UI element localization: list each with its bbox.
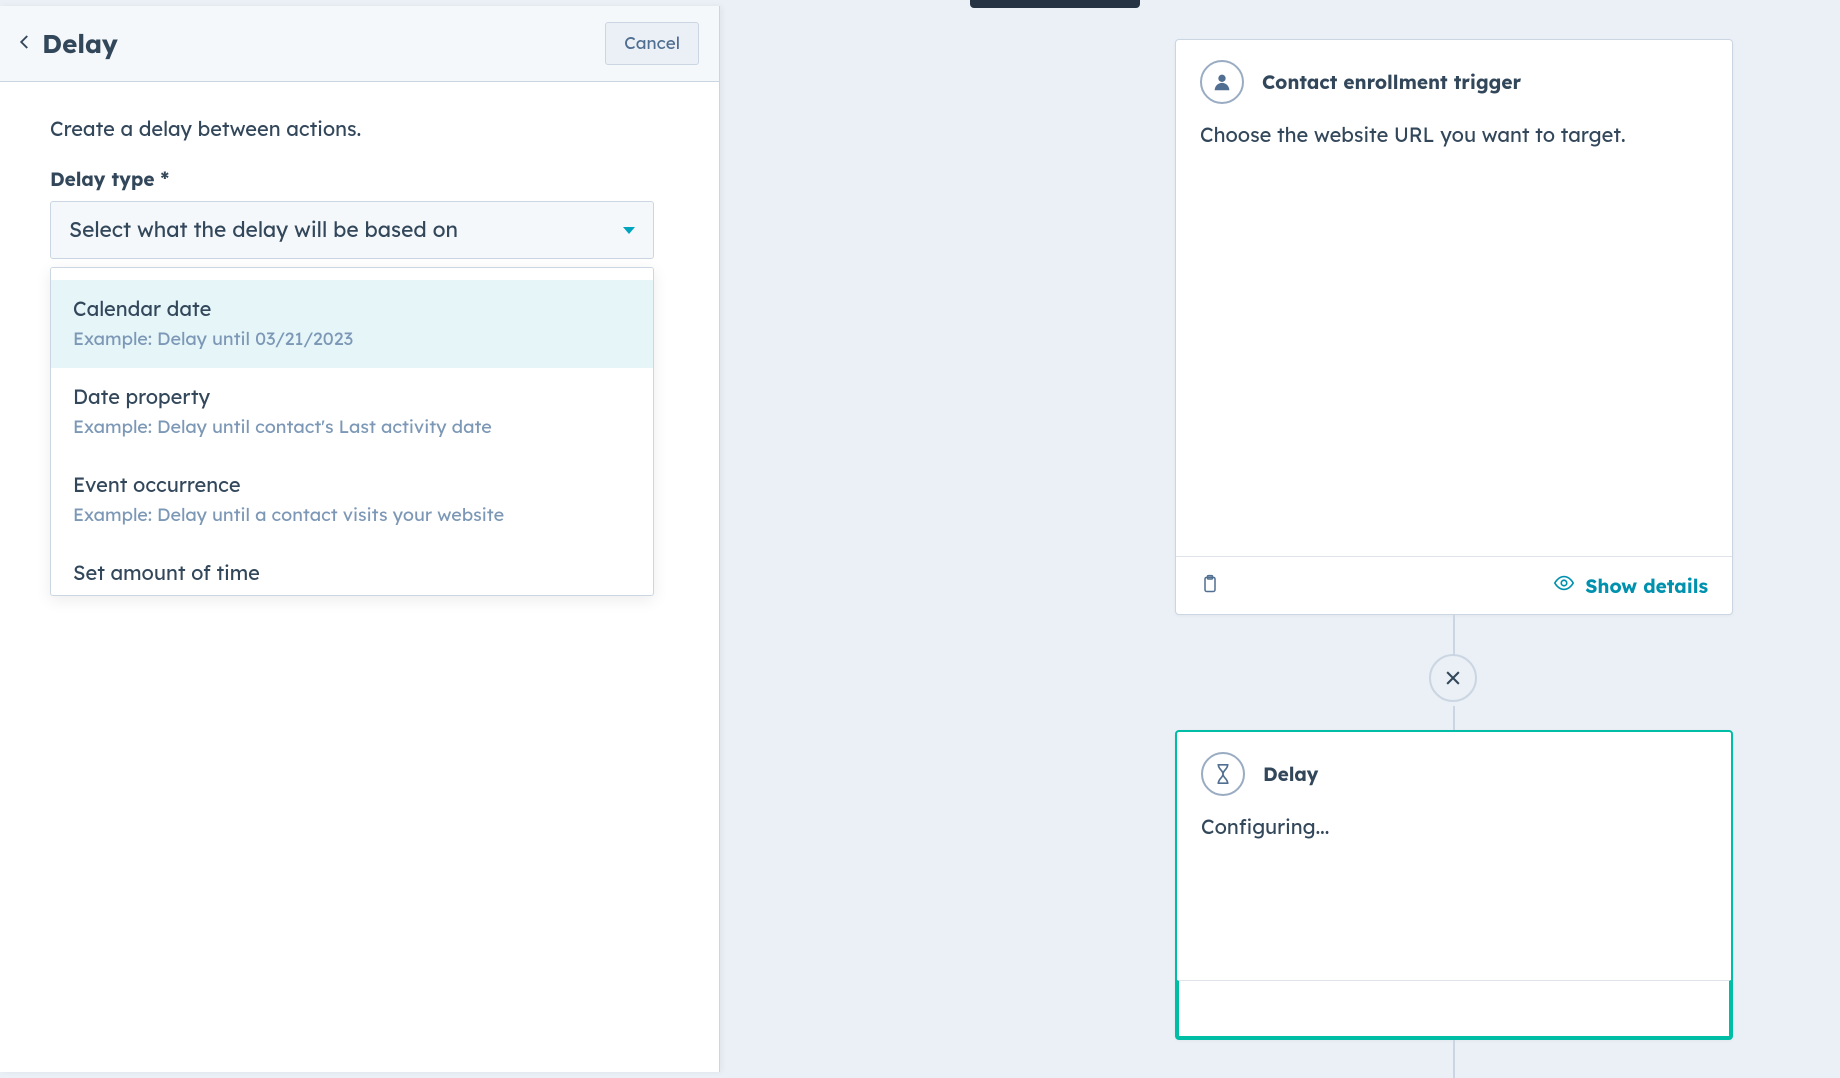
select-placeholder: Select what the delay will be based on xyxy=(69,217,458,243)
card-header: Delay xyxy=(1177,732,1731,804)
connector-line xyxy=(1453,1040,1455,1078)
chevron-down-icon xyxy=(623,227,635,234)
card-body: Choose the website URL you want to targe… xyxy=(1176,112,1732,556)
back-icon[interactable] xyxy=(16,33,34,55)
cancel-button[interactable]: Cancel xyxy=(605,22,699,65)
clipboard-icon[interactable] xyxy=(1200,572,1220,600)
card-footer-empty xyxy=(1177,980,1731,1038)
card-header: Contact enrollment trigger xyxy=(1176,40,1732,112)
option-title: Set amount of time xyxy=(73,560,631,585)
panel-body: Create a delay between actions. Delay ty… xyxy=(0,82,719,630)
show-details-label: Show details xyxy=(1585,574,1708,598)
card-footer: Show details xyxy=(1176,556,1732,614)
panel-title: Delay xyxy=(42,27,118,60)
delay-card[interactable]: Delay Configuring... xyxy=(1175,730,1733,1040)
option-event-occurrence[interactable]: Event occurrence Example: Delay until a … xyxy=(51,456,653,544)
delay-type-select[interactable]: Select what the delay will be based on xyxy=(50,201,654,259)
card-title: Delay xyxy=(1263,762,1318,786)
delay-type-label: Delay type * xyxy=(50,167,669,191)
dropdown-spacer xyxy=(51,268,653,280)
trigger-card[interactable]: Contact enrollment trigger Choose the we… xyxy=(1175,39,1733,615)
option-set-amount-of-time[interactable]: Set amount of time xyxy=(51,544,653,595)
remove-node-button[interactable] xyxy=(1429,654,1477,702)
panel-header: Delay Cancel xyxy=(0,6,719,82)
card-body: Configuring... xyxy=(1177,804,1731,980)
option-title: Calendar date xyxy=(73,296,631,321)
workflow-canvas[interactable]: Contact enrollment trigger Choose the we… xyxy=(720,6,1840,1072)
option-date-property[interactable]: Date property Example: Delay until conta… xyxy=(51,368,653,456)
option-subtitle: Example: Delay until contact's Last acti… xyxy=(73,415,631,438)
option-title: Date property xyxy=(73,384,631,409)
card-title: Contact enrollment trigger xyxy=(1262,70,1521,94)
show-details-button[interactable]: Show details xyxy=(1553,572,1708,599)
delay-type-dropdown: Calendar date Example: Delay until 03/21… xyxy=(50,267,654,596)
contact-icon xyxy=(1200,60,1244,104)
card-body-text: Configuring... xyxy=(1201,814,1707,839)
option-subtitle: Example: Delay until a contact visits yo… xyxy=(73,503,631,526)
panel-description: Create a delay between actions. xyxy=(50,116,669,141)
option-calendar-date[interactable]: Calendar date Example: Delay until 03/21… xyxy=(51,280,653,368)
option-subtitle: Example: Delay until 03/21/2023 xyxy=(73,327,631,350)
card-body-text: Choose the website URL you want to targe… xyxy=(1200,122,1708,147)
connector-line xyxy=(1453,706,1455,732)
option-title: Event occurrence xyxy=(73,472,631,497)
eye-icon xyxy=(1553,572,1575,599)
delay-config-panel: Delay Cancel Create a delay between acti… xyxy=(0,6,720,1072)
hourglass-icon xyxy=(1201,752,1245,796)
